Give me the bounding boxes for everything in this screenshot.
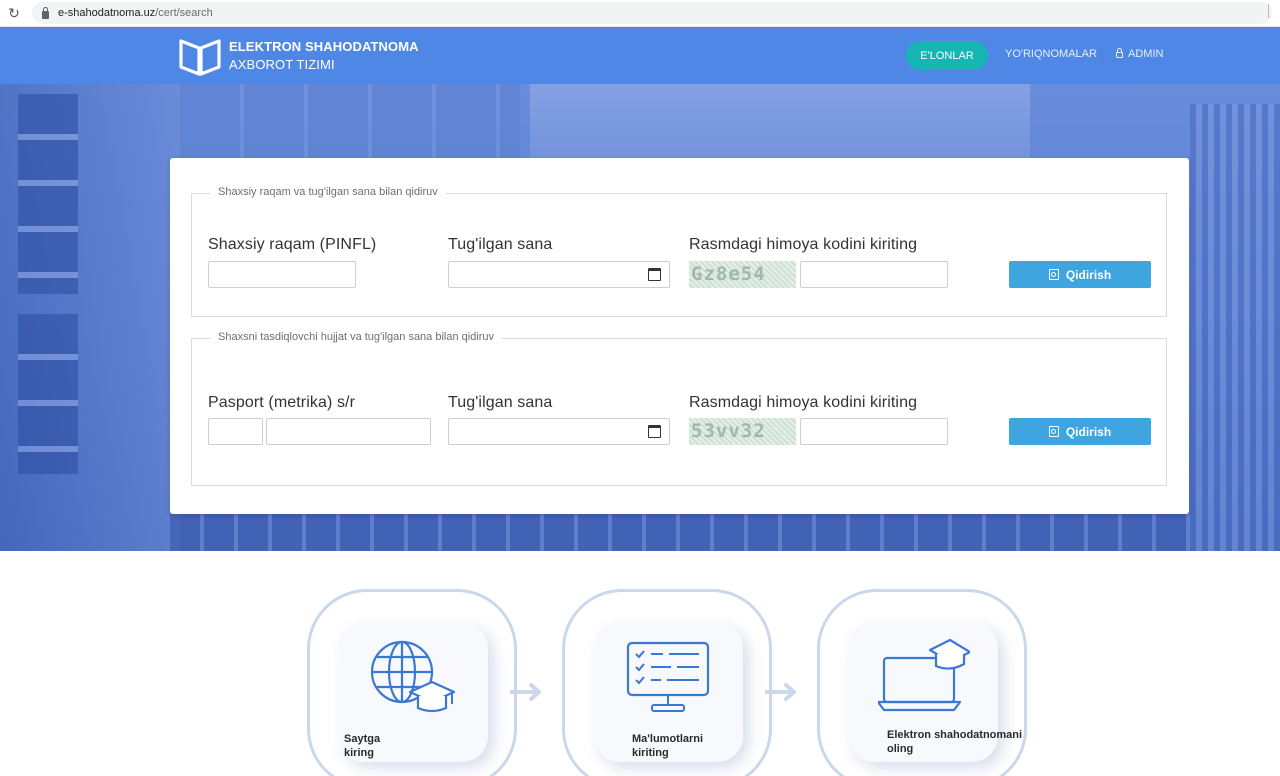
step-label-line: kiriting (632, 747, 669, 759)
pinfl-search-legend: Shaxsiy raqam va tug'ilgan sana bilan qi… (210, 186, 446, 198)
step-card-inner: Saytga kiring (338, 622, 488, 762)
step-label-line: Elektron shahodatnomani (887, 729, 1023, 741)
passport-search-legend: Shaxsni tasdiqlovchi hujjat va tug'ilgan… (210, 331, 503, 343)
browser-menu-icon[interactable] (1268, 4, 1280, 18)
nav-admin-link[interactable]: ADMIN (1116, 48, 1163, 60)
search-document-icon (1048, 269, 1059, 280)
step-card: Ma'lumotlarni kiriting (562, 589, 772, 776)
calendar-icon[interactable] (648, 268, 661, 281)
step-label: Ma'lumotlarni kiriting (632, 732, 703, 760)
passport-search-fieldset: Shaxsni tasdiqlovchi hujjat va tug'ilgan… (191, 331, 1167, 486)
passport-number-input[interactable] (266, 418, 431, 445)
step-label: Saytga kiring (344, 732, 380, 760)
building-right-decoration (1190, 104, 1280, 551)
logo-title: ELEKTRON SHAHODATNOMA (229, 39, 419, 54)
steps-section: Saytga kiring Ma'lumotlarni kiriting Ele… (0, 551, 1280, 776)
captcha-label: Rasmdagi himoya kodini kiriting (689, 394, 918, 411)
nav-guides-link[interactable]: YO'RIQNOMALAR (1005, 48, 1097, 60)
browser-address-bar: ↻ e-shahodatnoma.uz/cert/search (0, 0, 1280, 27)
birth-date-input[interactable] (448, 418, 670, 445)
step-label-line: kiring (344, 747, 374, 759)
step-card: Elektron shahodatnomani oling (817, 589, 1027, 776)
step-label: Elektron shahodatnomani oling (887, 728, 1027, 756)
lock-icon (1116, 48, 1123, 58)
step-card-inner: Elektron shahodatnomani oling (848, 622, 1022, 762)
step-label-line: oling (887, 743, 914, 755)
globe-graduation-cap-icon (370, 640, 456, 713)
step-card-inner: Ma'lumotlarni kiriting (593, 622, 743, 762)
step-card: Saytga kiring (307, 589, 517, 776)
search-button-label: Qidirish (1065, 267, 1112, 282)
open-book-logo-icon (179, 39, 221, 76)
logo-text: ELEKTRON SHAHODATNOMA AXBOROT TIZIMI (229, 38, 419, 74)
site-header: ELEKTRON SHAHODATNOMA AXBOROT TIZIMI E'L… (0, 27, 1280, 84)
captcha-label: Rasmdagi himoya kodini kiriting (689, 236, 918, 253)
pinfl-label: Shaxsiy raqam (PINFL) (208, 236, 377, 253)
laptop-graduation-cap-icon (878, 638, 970, 712)
captcha-image: 53vv32 (689, 418, 796, 445)
birth-date-input[interactable] (448, 261, 670, 288)
building-window-decoration (18, 94, 78, 294)
main-nav: E'LONLAR YO'RIQNOMALAR ADMIN (880, 40, 1280, 70)
captcha-input[interactable] (800, 261, 948, 288)
calendar-icon[interactable] (648, 425, 661, 438)
form-monitor-icon (626, 641, 710, 712)
lock-icon (42, 6, 49, 19)
step-label-line: Saytga (344, 733, 381, 745)
captcha-input[interactable] (800, 418, 948, 445)
search-document-icon (1048, 426, 1059, 437)
pinfl-input[interactable] (208, 261, 356, 288)
site-logo[interactable]: ELEKTRON SHAHODATNOMA AXBOROT TIZIMI (178, 35, 419, 77)
passport-label: Pasport (metrika) s/r (208, 394, 356, 411)
url-field[interactable]: e-shahodatnoma.uz/cert/search (32, 2, 1272, 24)
search-button-label: Qidirish (1065, 424, 1112, 439)
birth-date-label: Tug'ilgan sana (448, 236, 553, 253)
passport-series-input[interactable] (208, 418, 263, 445)
building-facade-decoration (530, 84, 1030, 159)
birth-date-label: Tug'ilgan sana (448, 394, 553, 411)
captcha-image: Gz8e54 (689, 261, 796, 288)
building-facade-decoration (180, 84, 520, 164)
building-base-decoration (170, 514, 1190, 551)
logo-subtitle: AXBOROT TIZIMI (229, 57, 335, 72)
url-host: e-shahodatnoma.uz (58, 7, 156, 19)
search-button[interactable]: Qidirish (1009, 261, 1151, 288)
reload-icon[interactable]: ↻ (2, 5, 26, 22)
nav-announcements-button[interactable]: E'LONLAR (906, 41, 988, 70)
search-card: Shaxsiy raqam va tug'ilgan sana bilan qi… (170, 158, 1189, 514)
url-path: /cert/search (155, 7, 213, 19)
arrow-right-icon (510, 683, 541, 701)
nav-admin-label: ADMIN (1128, 48, 1164, 60)
pinfl-search-fieldset: Shaxsiy raqam va tug'ilgan sana bilan qi… (191, 186, 1167, 317)
search-button[interactable]: Qidirish (1009, 418, 1151, 445)
step-label-line: Ma'lumotlarni (632, 733, 704, 745)
arrow-right-icon (765, 683, 796, 701)
building-window-decoration (18, 314, 78, 474)
